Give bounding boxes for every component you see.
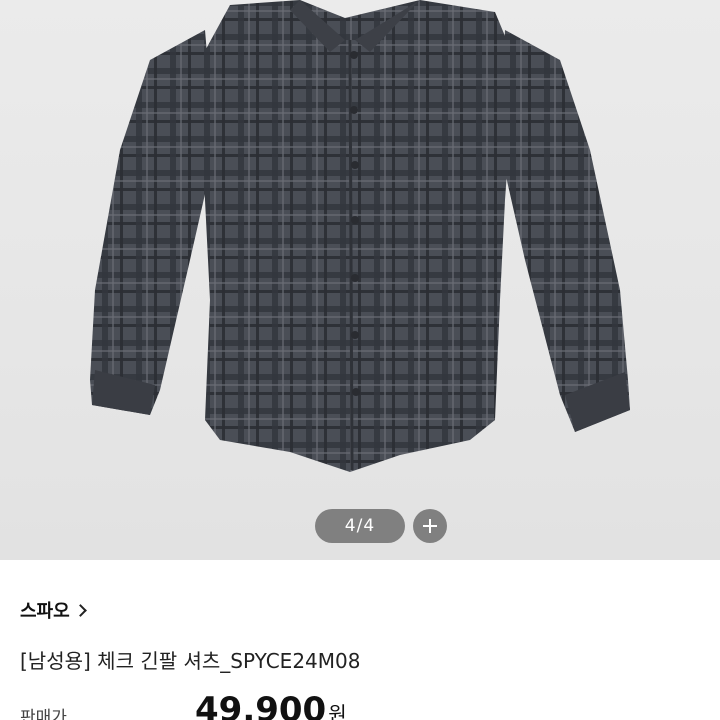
chevron-right-icon — [73, 604, 87, 617]
counter-total: 4 — [363, 516, 376, 536]
shirt-illustration — [90, 0, 630, 472]
brand-name: 스파오 — [20, 601, 70, 622]
price: 49,900 원 — [195, 690, 347, 720]
product-info — [0, 560, 720, 720]
price-currency: 원 — [328, 702, 347, 720]
image-counter: 4/4 — [315, 509, 405, 543]
product-title: [남성용] 체크 긴팔 셔츠_SPYCE24M08 — [20, 649, 361, 673]
price-label: 판매가 — [20, 708, 67, 720]
counter-current: 4 — [344, 516, 357, 536]
brand-link[interactable]: 스파오 — [20, 597, 87, 623]
plus-icon[interactable] — [413, 509, 447, 543]
product-page: 4/4 스파오 [남성용] 체크 긴팔 셔츠_SPYCE24M08 판매가 49… — [0, 0, 720, 720]
price-value: 49,900 — [195, 690, 327, 720]
product-image[interactable]: 4/4 — [0, 0, 720, 560]
